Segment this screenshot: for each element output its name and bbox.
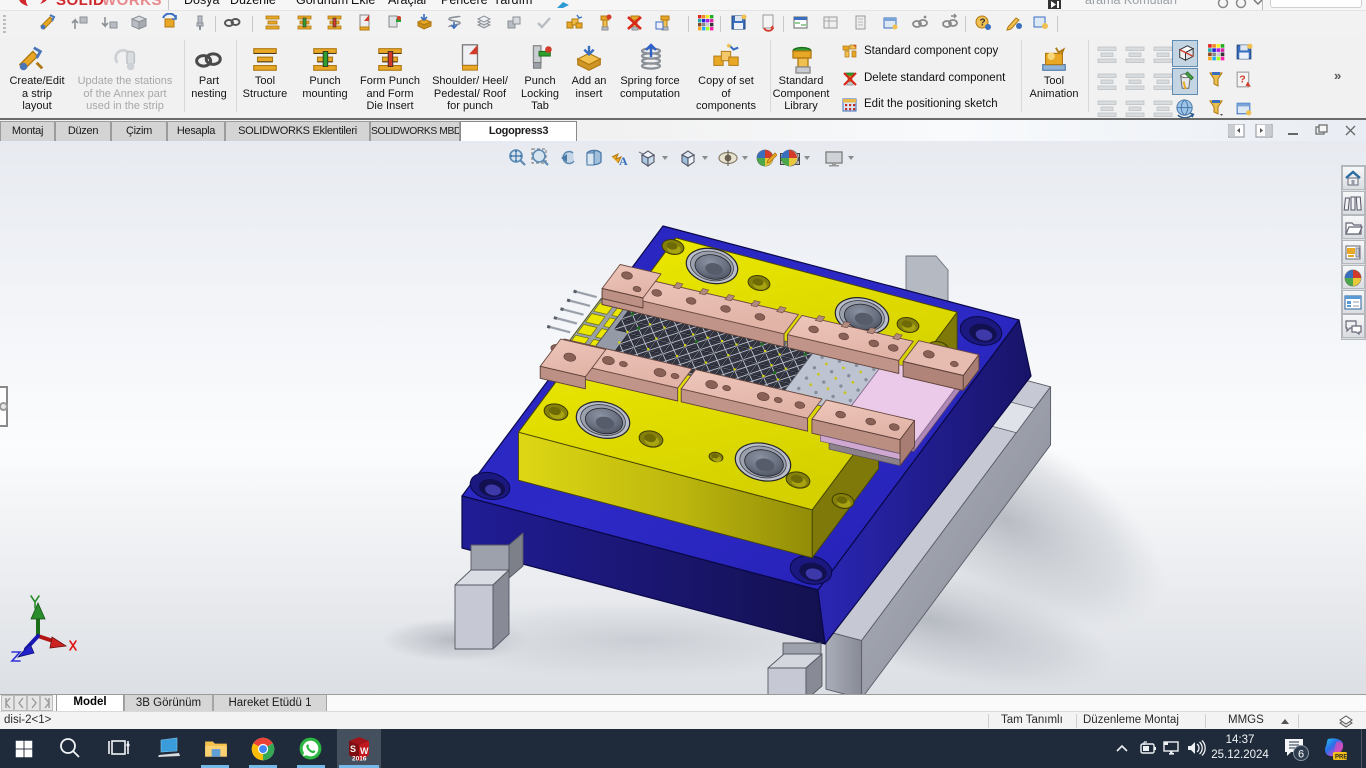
svg-text:?: ?	[1239, 74, 1245, 86]
svg-text:6: 6	[1298, 749, 1304, 761]
svg-text:SOLID: SOLID	[56, 0, 104, 9]
svg-text:A: A	[619, 154, 628, 168]
svg-text:?: ?	[980, 18, 986, 29]
svg-text:WORKS: WORKS	[102, 0, 162, 9]
svg-text:W: W	[360, 746, 369, 756]
svg-text:S: S	[350, 744, 356, 754]
svg-text:2016: 2016	[352, 756, 367, 763]
svg-text:PRE: PRE	[1335, 755, 1347, 761]
